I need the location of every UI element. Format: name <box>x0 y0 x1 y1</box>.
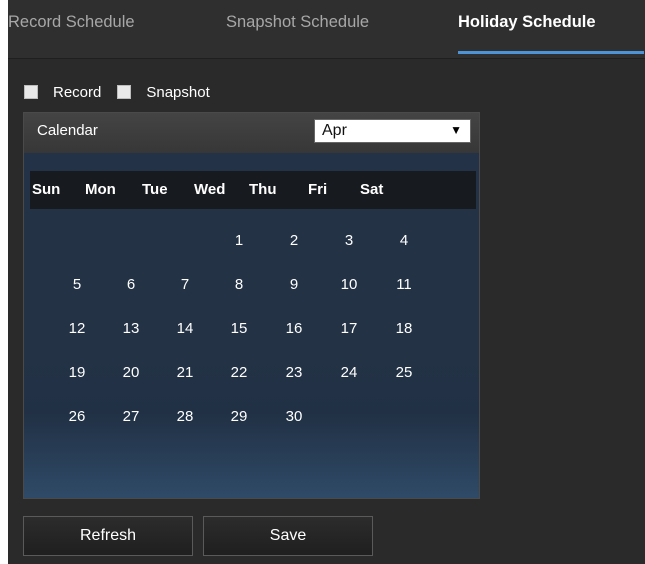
date-cell[interactable]: 27 <box>111 405 151 429</box>
date-cell[interactable]: 25 <box>384 361 424 385</box>
calendar-header: Calendar Apr ▼ <box>24 113 479 153</box>
date-cell[interactable]: 6 <box>111 273 151 297</box>
date-grid: 1 2 3 4 5 6 7 8 9 10 11 12 13 14 15 16 1… <box>52 229 432 439</box>
date-cell[interactable]: 14 <box>165 317 205 341</box>
date-cell[interactable]: 5 <box>57 273 97 297</box>
date-cell[interactable]: 9 <box>274 273 314 297</box>
date-cell[interactable]: 1 <box>219 229 259 253</box>
weekday-fri: Fri <box>308 181 328 198</box>
date-cell[interactable]: 13 <box>111 317 151 341</box>
tab-record-schedule[interactable]: Record Schedule <box>8 7 135 37</box>
date-cell[interactable]: 22 <box>219 361 259 385</box>
weekday-wed: Wed <box>194 181 226 198</box>
date-cell[interactable]: 3 <box>329 229 369 253</box>
date-cell[interactable]: 23 <box>274 361 314 385</box>
calendar-title: Calendar <box>37 122 98 139</box>
date-cell[interactable]: 28 <box>165 405 205 429</box>
date-cell[interactable]: 30 <box>274 405 314 429</box>
date-cell[interactable]: 29 <box>219 405 259 429</box>
refresh-button[interactable]: Refresh <box>23 516 193 556</box>
record-option[interactable]: Record <box>24 84 101 101</box>
date-cell[interactable]: 20 <box>111 361 151 385</box>
weekday-sat: Sat <box>360 181 384 198</box>
date-cell[interactable]: 12 <box>57 317 97 341</box>
schedule-type-options: Record Snapshot <box>24 81 210 103</box>
month-select[interactable]: Apr ▼ <box>314 119 471 143</box>
weekday-thu: Thu <box>249 181 277 198</box>
weekday-tue: Tue <box>142 181 168 198</box>
snapshot-option[interactable]: Snapshot <box>117 83 210 101</box>
schedule-panel: Record Schedule Snapshot Schedule Holida… <box>8 0 645 564</box>
date-cell[interactable]: 2 <box>274 229 314 253</box>
record-checkbox[interactable] <box>24 85 38 99</box>
tab-snapshot-schedule[interactable]: Snapshot Schedule <box>226 7 369 37</box>
dropdown-arrow-icon: ▼ <box>450 123 462 137</box>
date-cell[interactable]: 15 <box>219 317 259 341</box>
record-checkbox-label: Record <box>53 83 102 101</box>
snapshot-checkbox-label: Snapshot <box>146 83 210 101</box>
date-cell[interactable]: 19 <box>57 361 97 385</box>
weekday-header: Sun Mon Tue Wed Thu Fri Sat <box>30 171 476 209</box>
date-cell[interactable]: 18 <box>384 317 424 341</box>
date-cell[interactable]: 21 <box>165 361 205 385</box>
snapshot-checkbox[interactable] <box>117 85 132 99</box>
tab-holiday-schedule[interactable]: Holiday Schedule <box>458 7 596 37</box>
date-cell[interactable]: 8 <box>219 273 259 297</box>
weekday-mon: Mon <box>85 181 116 198</box>
date-cell[interactable]: 26 <box>57 405 97 429</box>
selected-month: Apr <box>322 122 347 139</box>
date-cell[interactable]: 16 <box>274 317 314 341</box>
date-cell[interactable]: 7 <box>165 273 205 297</box>
save-button[interactable]: Save <box>203 516 373 556</box>
date-cell[interactable]: 4 <box>384 229 424 253</box>
date-cell[interactable]: 17 <box>329 317 369 341</box>
date-cell[interactable]: 10 <box>329 273 369 297</box>
weekday-sun: Sun <box>32 181 61 198</box>
holiday-calendar: Calendar Apr ▼ Sun Mon Tue Wed Thu Fri S… <box>23 112 480 499</box>
schedule-tabs: Record Schedule Snapshot Schedule Holida… <box>8 0 645 59</box>
holiday-schedule-page: Record Schedule Snapshot Schedule Holida… <box>0 0 645 564</box>
date-cell[interactable]: 24 <box>329 361 369 385</box>
date-cell[interactable]: 11 <box>384 273 424 297</box>
active-tab-indicator <box>458 51 644 54</box>
